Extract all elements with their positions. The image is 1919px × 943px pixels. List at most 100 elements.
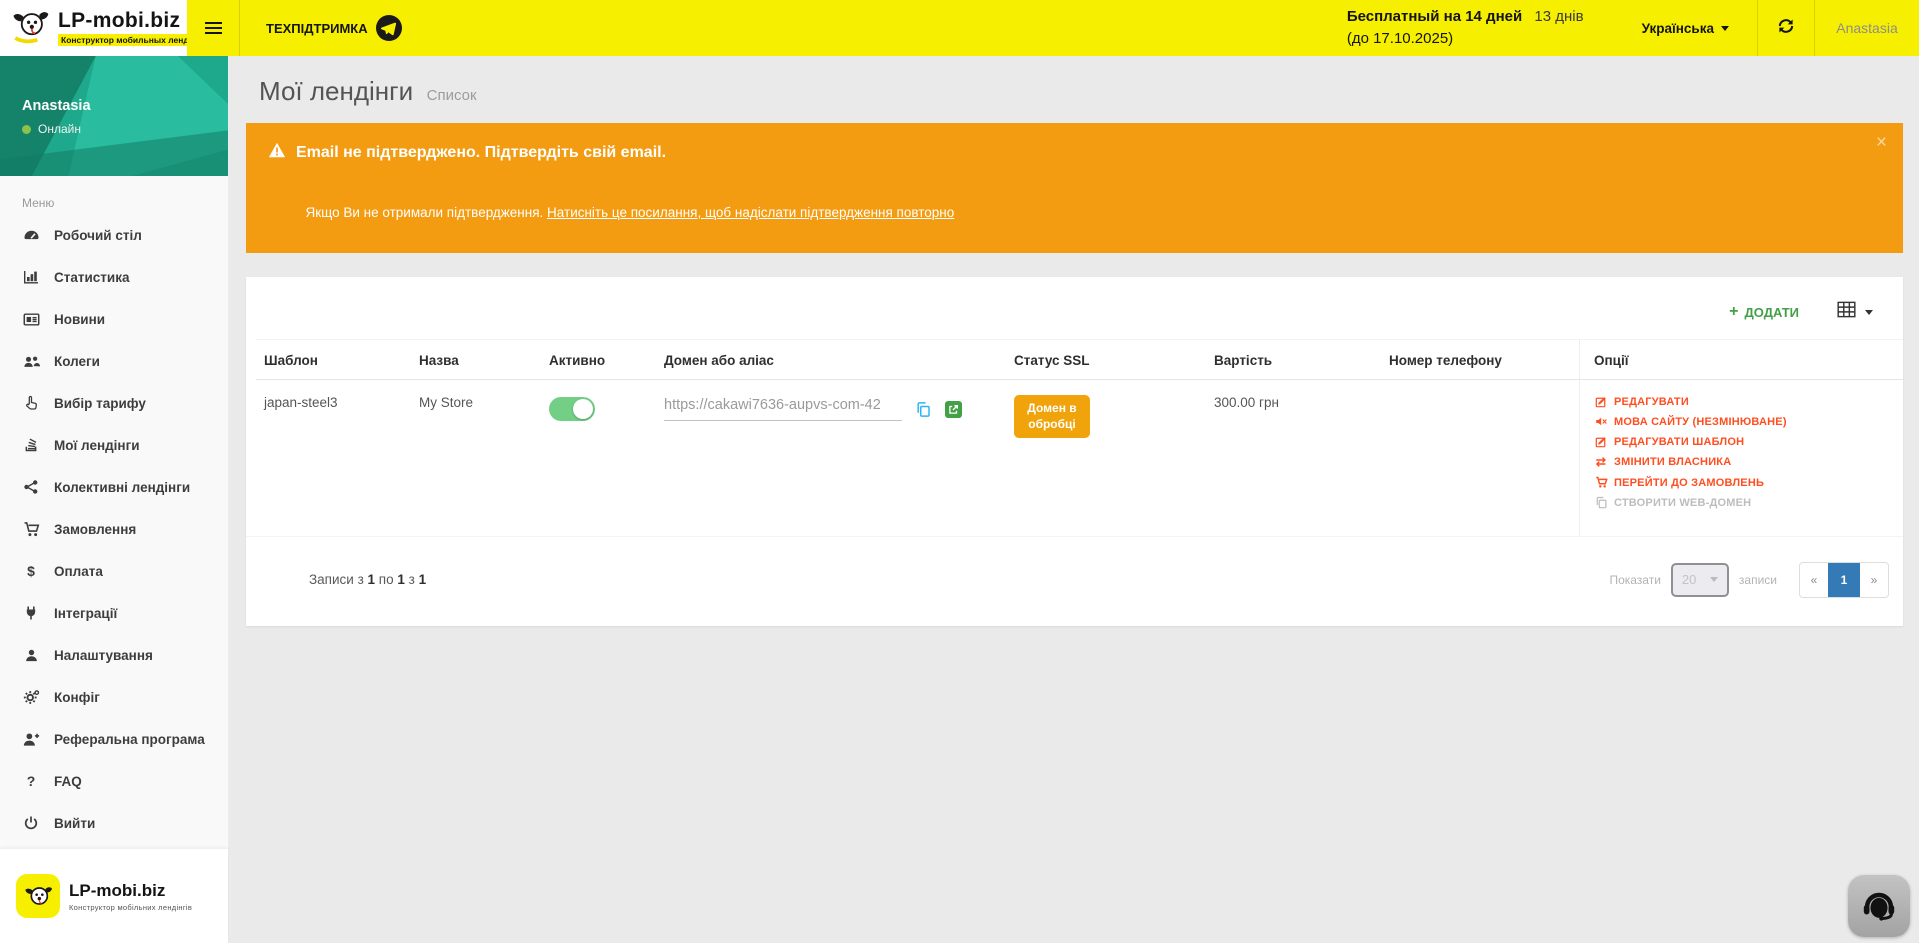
chevron-down-icon [1710,577,1718,582]
sidebar-item-logout[interactable]: Вийти [0,802,228,844]
column-header: Назва [411,339,541,380]
hand-pointer-icon [22,395,40,411]
sidebar-item-label: Новини [54,312,105,327]
cell-name: My Store [411,380,541,536]
support-chat-button[interactable] [1848,875,1910,937]
sidebar-item-label: Реферальна програма [54,732,205,747]
column-header: Опції [1579,339,1903,380]
sidebar-item-faq[interactable]: ? FAQ [0,760,228,802]
sidebar-item-collective-landings[interactable]: Колективні лендінги [0,466,228,508]
sidebar-item-label: Налаштування [54,648,153,663]
page-title: Мої лендінги [259,76,413,106]
option-label: МОВА САЙТУ (НЕЗМІНЮВАНЕ) [1614,416,1787,428]
external-link-icon[interactable] [945,401,962,418]
landings-card: + ДОДАТИ Шаблон Назва Активно Домен або … [246,277,1903,626]
dashboard-icon [22,227,40,244]
sidebar-item-label: Колективні лендінги [54,480,190,495]
plug-icon [22,605,40,621]
sidebar-item-label: Статистика [54,270,129,285]
column-header: Активно [541,339,656,380]
language-icon [1594,415,1608,428]
sidebar-item-settings[interactable]: Налаштування [0,634,228,676]
page-size-select[interactable]: 20 [1671,563,1729,597]
option-go-to-orders[interactable]: ПЕРЕЙТИ ДО ЗАМОВЛЕНЬ [1594,476,1895,489]
copy-icon[interactable] [915,401,932,418]
refresh-button[interactable] [1758,0,1814,56]
hamburger-menu-icon[interactable] [187,0,239,56]
sidebar-footer-logo[interactable]: LP-mobi.biz Конструктор мобільних лендін… [0,849,228,943]
sidebar-item-statistics[interactable]: Статистика [0,256,228,298]
option-edit[interactable]: РЕДАГУВАТИ [1594,395,1895,408]
page-subtitle: Список [427,87,477,104]
topbar-username[interactable]: Anastasia [1815,20,1919,36]
pagination-prev-button[interactable]: « [1800,563,1828,597]
edit-icon [1594,435,1608,448]
pagination-next-button[interactable]: » [1860,563,1888,597]
option-change-owner[interactable]: ⇄ ЗМІНИТИ ВЛАСНИКА [1594,455,1895,469]
add-landing-button[interactable]: + ДОДАТИ [1729,303,1799,321]
warning-icon [268,142,286,163]
close-icon[interactable]: × [1876,133,1887,152]
share-icon [22,479,40,495]
content-header: Мої лендінги Список [229,56,1919,123]
sidebar-item-label: FAQ [54,774,82,789]
column-header: Домен або аліас [656,339,1006,380]
footer-brand-subtitle: Конструктор мобільних лендінгів [69,903,192,912]
resend-confirmation-link[interactable]: Натисніть це посилання, щоб надіслати пі… [547,205,954,220]
sidebar-user-status: Онлайн [38,122,81,136]
sidebar-item-tariff[interactable]: Вибір тарифу [0,382,228,424]
column-header: Шаблон [256,339,411,380]
chevron-down-icon [1865,310,1873,315]
sidebar-item-dashboard[interactable]: Робочий стіл [0,214,228,256]
yellow-topbar: ТЕХПІДТРИМКА Бесплатный на 14 дней 13 дн… [187,0,1919,56]
plus-icon: + [1729,303,1738,321]
pagination-page-1[interactable]: 1 [1828,563,1860,597]
sidebar-item-label: Вибір тарифу [54,396,146,411]
sidebar-item-colleagues[interactable]: Колеги [0,340,228,382]
sidebar-item-integrations[interactable]: Інтеграції [0,592,228,634]
option-label: РЕДАГУВАТИ [1614,396,1689,408]
option-edit-template[interactable]: РЕДАГУВАТИ ШАБЛОН [1594,435,1895,448]
sidebar-item-label: Робочий стіл [54,228,142,243]
user-icon [22,648,40,663]
sidebar-item-label: Замовлення [54,522,136,537]
trial-until: (до 17.10.2025) [1347,28,1584,50]
sidebar-item-payment[interactable]: $ Оплата [0,550,228,592]
dollar-icon: $ [22,563,40,579]
language-selector[interactable]: Українська [1614,21,1757,36]
language-label: Українська [1642,21,1714,36]
stack-icon [22,437,40,453]
newspaper-icon [22,311,40,328]
edit-icon [1594,395,1608,408]
records-label: записи [1739,573,1777,587]
domain-input[interactable] [664,395,902,421]
dog-mascot-icon [16,874,60,918]
landings-table: Шаблон Назва Активно Домен або аліас Ста… [246,339,1903,536]
main-content: Мої лендінги Список Email не підтверджен… [229,56,1919,943]
menu-section-label: Меню [0,176,228,214]
cell-options: РЕДАГУВАТИ МОВА САЙТУ (НЕЗМІНЮВАНЕ) РЕДА… [1579,380,1903,536]
sidebar-item-my-landings[interactable]: Мої лендінги [0,424,228,466]
column-header: Вартість [1206,339,1381,380]
support-label: ТЕХПІДТРИМКА [266,21,368,36]
sidebar-item-config[interactable]: Конфіг [0,676,228,718]
brand-logo[interactable]: LP-mobi.biz Конструктор мобильных лендин… [0,0,187,56]
sidebar-item-orders[interactable]: Замовлення [0,508,228,550]
sidebar: Anastasia Онлайн Меню Робочий стіл Стати… [0,56,229,943]
sidebar-item-label: Оплата [54,564,103,579]
cell-domain [656,380,1006,536]
app-window: LP-mobi.biz Конструктор мобильных лендин… [0,0,1919,943]
swap-icon: ⇄ [1594,455,1608,469]
support-link[interactable]: ТЕХПІДТРИМКА [240,15,428,41]
power-icon [22,815,40,831]
trial-days-left: 13 днів [1534,8,1583,25]
active-toggle[interactable] [549,397,595,421]
sidebar-item-referral[interactable]: Реферальна програма [0,718,228,760]
column-settings-dropdown[interactable] [1837,301,1873,323]
dog-mascot-icon [8,6,52,51]
cell-template: japan-steel3 [256,380,411,536]
card-toolbar: + ДОДАТИ [246,277,1903,339]
sidebar-item-news[interactable]: Новини [0,298,228,340]
option-label: ЗМІНИТИ ВЛАСНИКА [1614,456,1731,468]
option-site-language[interactable]: МОВА САЙТУ (НЕЗМІНЮВАНЕ) [1594,415,1895,428]
